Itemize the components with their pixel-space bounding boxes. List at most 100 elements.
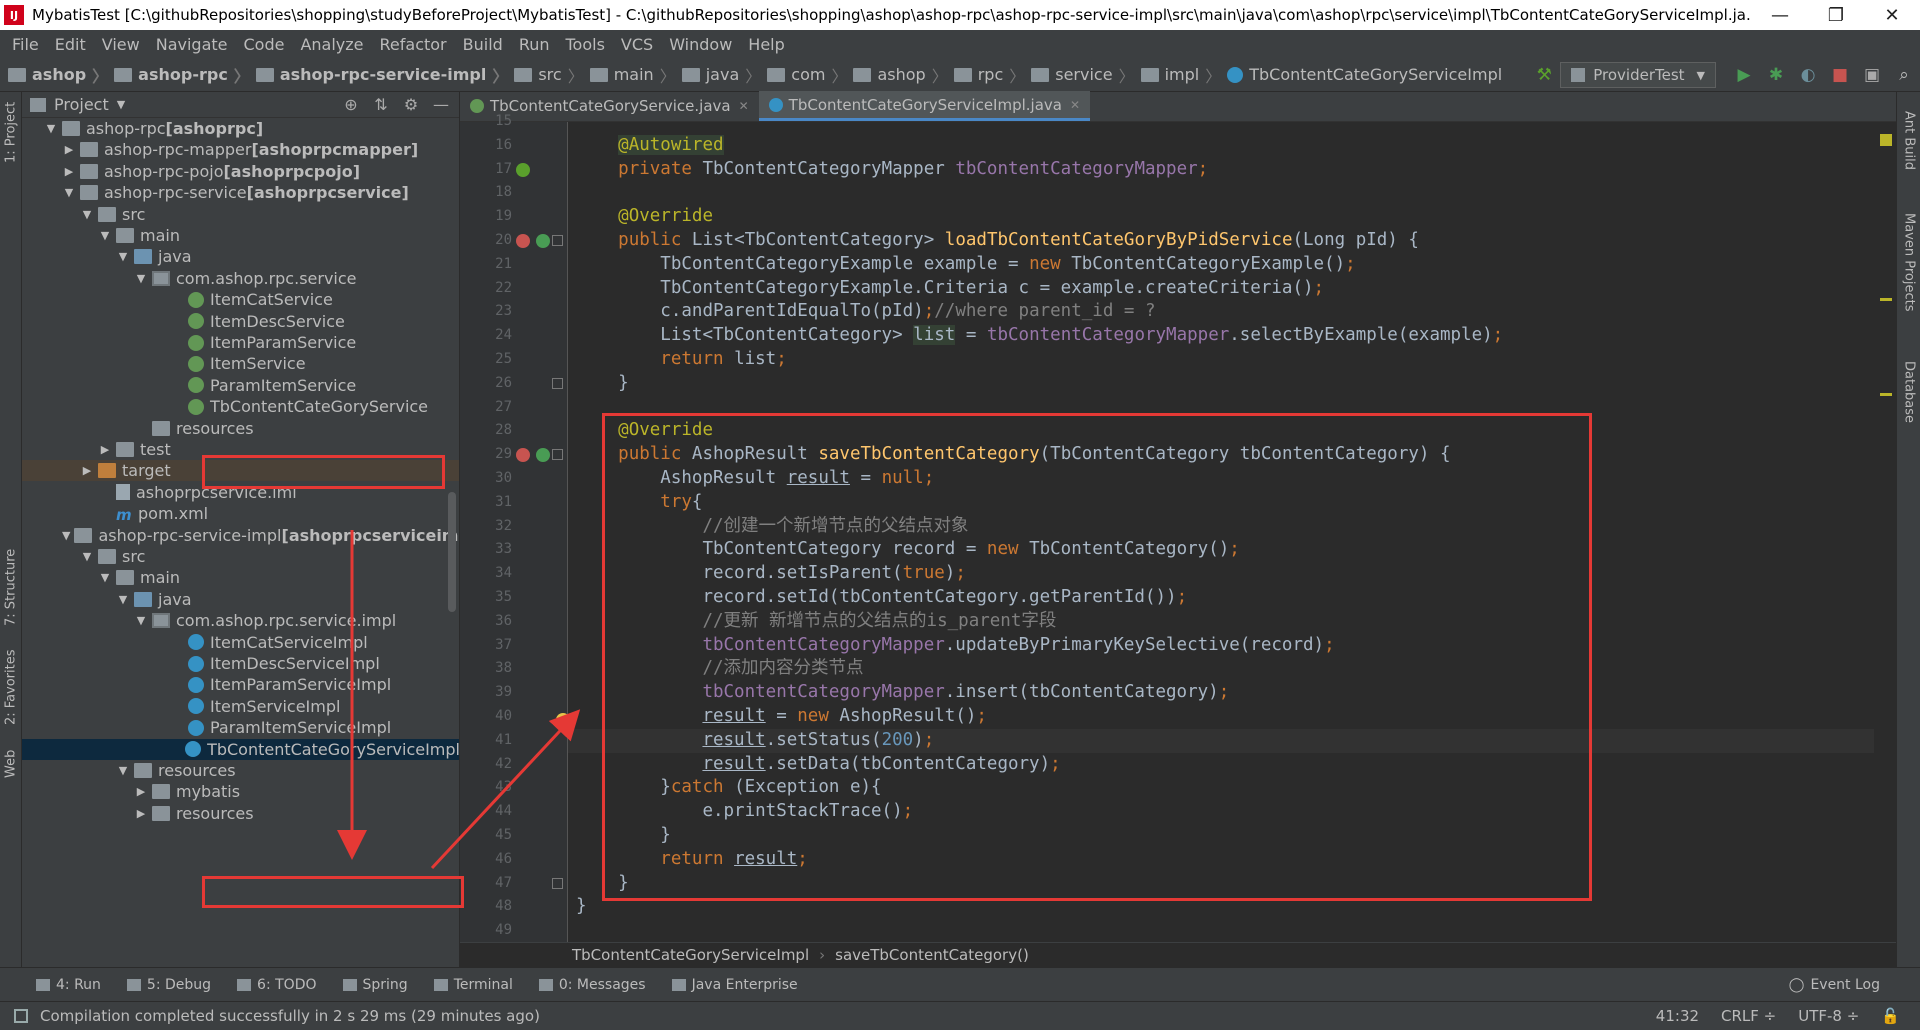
collapse-arrow-icon[interactable]: ▶ bbox=[98, 443, 112, 456]
chevron-down-icon[interactable]: ▼ bbox=[117, 98, 125, 111]
editor-tab[interactable]: TbContentCateGoryServiceImpl.java ✕ bbox=[758, 91, 1091, 121]
terminal-tool-button[interactable]: Terminal bbox=[433, 977, 513, 993]
tree-node[interactable]: ItemCatService bbox=[22, 289, 459, 310]
tree-node[interactable]: ▶ ashop-rpc-pojo [ashoprpcpojo] bbox=[22, 161, 459, 182]
nav-crumb[interactable]: service 〉 bbox=[1031, 63, 1135, 87]
menu-run[interactable]: Run bbox=[511, 35, 558, 54]
ant-build-tool-tab[interactable]: Ant Build bbox=[1897, 100, 1920, 180]
menu-tools[interactable]: Tools bbox=[558, 35, 613, 54]
code-line[interactable]: } bbox=[568, 895, 587, 919]
minimize-button[interactable]: — bbox=[1752, 5, 1808, 26]
menu-view[interactable]: View bbox=[94, 35, 148, 54]
override-gutter-icon[interactable] bbox=[516, 448, 530, 463]
nav-crumb[interactable]: main 〉 bbox=[589, 63, 676, 87]
code-line[interactable] bbox=[568, 122, 576, 134]
close-tab-icon[interactable]: ✕ bbox=[739, 99, 749, 113]
todo-tool-button[interactable]: 6: TODO bbox=[237, 977, 317, 993]
tree-node[interactable]: ▼ java bbox=[22, 246, 459, 267]
nav-crumb[interactable]: ashop 〉 bbox=[8, 63, 108, 87]
error-stripe-mark[interactable] bbox=[1880, 298, 1892, 301]
tree-node[interactable]: ▼ resources bbox=[22, 760, 459, 781]
lock-icon[interactable]: 🔓 bbox=[1881, 1007, 1900, 1025]
collapse-arrow-icon[interactable]: ▶ bbox=[62, 143, 76, 156]
nav-crumb[interactable]: java 〉 bbox=[681, 63, 761, 87]
nav-crumb[interactable]: ashop-rpc-service-impl 〉 bbox=[255, 63, 508, 87]
tree-node[interactable]: ItemDescServiceImpl bbox=[22, 653, 459, 674]
code-line[interactable] bbox=[568, 181, 576, 205]
favorites-tool-tab[interactable]: 2: Favorites bbox=[0, 647, 22, 727]
expand-arrow-icon[interactable]: ▼ bbox=[116, 593, 130, 606]
debug-icon[interactable]: ✱ bbox=[1765, 64, 1787, 86]
fold-icon[interactable] bbox=[552, 449, 563, 461]
tree-node[interactable]: ▼ ashop-rpc-service [ashoprpcservice] bbox=[22, 182, 459, 203]
project-panel-title[interactable]: Project bbox=[54, 95, 109, 114]
event-log-button[interactable]: ◯ Event Log bbox=[1789, 977, 1880, 993]
tree-node[interactable]: m pom.xml bbox=[22, 503, 459, 524]
collapse-arrow-icon[interactable]: ▶ bbox=[62, 165, 76, 178]
debug-tool-button[interactable]: 5: Debug bbox=[126, 977, 211, 993]
code-line[interactable]: @Override bbox=[568, 205, 713, 229]
search-icon[interactable]: ⌕ bbox=[1893, 64, 1915, 86]
expand-arrow-icon[interactable]: ▼ bbox=[80, 208, 94, 221]
tree-node[interactable]: ▼ src bbox=[22, 204, 459, 225]
tree-node[interactable]: ItemParamServiceImpl bbox=[22, 674, 459, 695]
expand-arrow-icon[interactable]: ▼ bbox=[80, 550, 94, 563]
tree-node[interactable]: ▼ src bbox=[22, 546, 459, 567]
tree-node[interactable]: ▼ com.ashop.rpc.service.impl bbox=[22, 610, 459, 631]
locate-icon[interactable]: ⊕ bbox=[341, 95, 361, 114]
project-scrollbar[interactable] bbox=[448, 492, 456, 612]
tree-node[interactable]: TbContentCateGoryService bbox=[22, 396, 459, 417]
tree-node[interactable]: ParamItemServiceImpl bbox=[22, 717, 459, 738]
expand-arrow-icon[interactable]: ▼ bbox=[98, 571, 112, 584]
tree-node[interactable]: ParamItemService bbox=[22, 375, 459, 396]
tree-node[interactable]: ItemDescService bbox=[22, 311, 459, 332]
expand-arrow-icon[interactable]: ▼ bbox=[62, 529, 70, 542]
override-gutter-icon[interactable] bbox=[516, 234, 530, 248]
code-line[interactable]: c.andParentIdEqualTo(pId);//where parent… bbox=[568, 300, 1155, 324]
spring-tool-button[interactable]: Spring bbox=[342, 977, 408, 993]
tree-node[interactable]: ItemCatServiceImpl bbox=[22, 632, 459, 653]
tree-node[interactable]: TbContentCateGoryServiceImpl bbox=[22, 738, 459, 760]
run-icon[interactable]: ▶ bbox=[1733, 64, 1755, 86]
expand-arrow-icon[interactable]: ▼ bbox=[134, 614, 148, 627]
nav-crumb[interactable]: src 〉 bbox=[514, 63, 584, 87]
project-structure-icon[interactable]: ▣ bbox=[1861, 64, 1883, 86]
nav-crumb[interactable]: rpc 〉 bbox=[953, 63, 1025, 87]
close-button[interactable]: ✕ bbox=[1864, 5, 1920, 26]
breadcrumb-class[interactable]: TbContentCateGoryServiceImpl bbox=[572, 946, 809, 964]
coverage-icon[interactable]: ◐ bbox=[1797, 64, 1819, 86]
database-tool-tab[interactable]: Database bbox=[1897, 347, 1920, 437]
maximize-button[interactable]: ❐ bbox=[1808, 5, 1864, 26]
run-gutter-icon[interactable] bbox=[516, 162, 530, 177]
code-line[interactable] bbox=[568, 919, 576, 942]
maven-projects-tool-tab[interactable]: Maven Projects bbox=[1897, 192, 1920, 332]
gear-icon[interactable]: ⚙ bbox=[401, 95, 421, 114]
stop-icon[interactable]: ■ bbox=[1829, 64, 1851, 86]
caret-position[interactable]: 41:32 bbox=[1656, 1007, 1699, 1025]
tree-node[interactable]: ▶ resources bbox=[22, 803, 459, 824]
tree-node[interactable]: ▶ mybatis bbox=[22, 781, 459, 802]
nav-crumb[interactable]: com 〉 bbox=[767, 63, 847, 87]
warning-indicator-icon[interactable] bbox=[1880, 134, 1892, 146]
nav-crumb[interactable]: ashop 〉 bbox=[853, 63, 948, 87]
code-line[interactable]: public List<TbContentCategory> loadTbCon… bbox=[568, 229, 1419, 253]
fold-icon[interactable] bbox=[552, 235, 563, 246]
menu-build[interactable]: Build bbox=[455, 35, 511, 54]
run-tool-button[interactable]: 4: Run bbox=[36, 977, 101, 993]
expand-arrow-icon[interactable]: ▼ bbox=[134, 272, 148, 285]
menu-analyze[interactable]: Analyze bbox=[292, 35, 371, 54]
editor-error-stripe[interactable] bbox=[1874, 122, 1896, 942]
collapse-all-icon[interactable]: ⇅ bbox=[371, 95, 391, 114]
code-line[interactable]: TbContentCategoryExample.Criteria c = ex… bbox=[568, 277, 1324, 301]
breadcrumb-method[interactable]: saveTbContentCategory() bbox=[835, 946, 1029, 964]
menu-vcs[interactable]: VCS bbox=[613, 35, 661, 54]
error-stripe-mark[interactable] bbox=[1880, 393, 1892, 396]
expand-arrow-icon[interactable]: ▼ bbox=[116, 250, 130, 263]
collapse-arrow-icon[interactable]: ▶ bbox=[134, 785, 148, 798]
project-tool-tab[interactable]: 1: Project bbox=[0, 96, 22, 168]
tree-node[interactable]: ItemParamService bbox=[22, 332, 459, 353]
collapse-arrow-icon[interactable]: ▶ bbox=[80, 464, 94, 477]
expand-arrow-icon[interactable]: ▼ bbox=[44, 122, 58, 135]
tree-node[interactable]: ▼ main bbox=[22, 225, 459, 246]
tree-node[interactable]: ▼ ashop-rpc [ashoprpc] bbox=[22, 118, 459, 139]
